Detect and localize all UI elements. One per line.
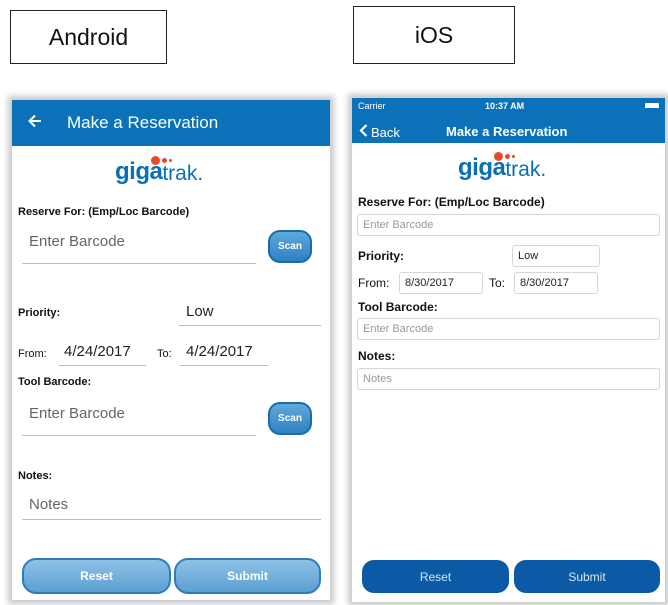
android-label: Android xyxy=(10,10,167,64)
priority-label: Priority: xyxy=(18,307,61,319)
ios-nav-bar: Carrier 10:37 AM Back Make a Reservation xyxy=(352,98,665,143)
ios-notes-input[interactable]: Notes xyxy=(357,368,660,390)
from-label: From: xyxy=(18,348,47,360)
submit-button[interactable]: Submit xyxy=(174,558,321,594)
reset-button[interactable]: Reset xyxy=(22,558,171,594)
logo-dots-icon xyxy=(494,148,517,166)
ios-screen: Carrier 10:37 AM Back Make a Reservation… xyxy=(352,98,665,602)
ios-reset-button[interactable]: Reset xyxy=(362,560,509,593)
ios-page-title: Make a Reservation xyxy=(446,124,568,139)
ios-submit-button[interactable]: Submit xyxy=(514,560,660,593)
arrow-left-icon[interactable] xyxy=(28,108,42,134)
tool-scan-button[interactable]: Scan xyxy=(268,402,312,435)
ios-reserve-for-label: Reserve For: (Emp/Loc Barcode) xyxy=(358,195,545,209)
ios-notes-label: Notes: xyxy=(358,349,396,363)
status-time: 10:37 AM xyxy=(485,101,525,111)
ios-from-label: From: xyxy=(358,276,390,290)
ios-label-text: iOS xyxy=(414,21,454,48)
reserve-for-label: Reserve For: (Emp/Loc Barcode) xyxy=(18,206,190,218)
notes-input[interactable]: Notes xyxy=(22,494,321,520)
ios-to-date-field[interactable]: 8/30/2017 xyxy=(514,272,598,294)
ios-priority-label: Priority: xyxy=(358,249,405,263)
back-label: Back xyxy=(371,124,400,140)
gigatrak-logo-ios: giga trak. xyxy=(458,152,546,182)
notes-label: Notes: xyxy=(18,470,53,482)
reserve-scan-button[interactable]: Scan xyxy=(268,230,312,263)
back-button[interactable]: Back xyxy=(359,124,400,140)
android-screen: Make a Reservation giga trak. Reserve Fo… xyxy=(12,100,330,600)
chevron-left-icon xyxy=(359,124,368,140)
reserve-for-input[interactable]: Enter Barcode xyxy=(22,230,256,264)
ios-to-label: To: xyxy=(489,276,506,290)
android-app-bar: Make a Reservation xyxy=(12,100,330,146)
ios-from-date-field[interactable]: 8/30/2017 xyxy=(399,272,483,294)
ios-label: iOS xyxy=(353,6,515,64)
ios-reserve-for-input[interactable]: Enter Barcode xyxy=(357,214,660,236)
gigatrak-logo: giga trak. xyxy=(115,156,203,186)
ios-tool-barcode-label: Tool Barcode: xyxy=(358,300,438,314)
to-date-field[interactable]: 4/24/2017 xyxy=(180,343,268,366)
battery-icon xyxy=(645,103,659,108)
tool-barcode-label: Tool Barcode: xyxy=(18,376,92,388)
priority-select[interactable]: Low xyxy=(179,303,321,326)
ios-tool-barcode-input[interactable]: Enter Barcode xyxy=(357,318,660,340)
to-label: To: xyxy=(157,348,172,360)
from-date-field[interactable]: 4/24/2017 xyxy=(59,343,146,366)
tool-barcode-input[interactable]: Enter Barcode xyxy=(22,402,256,436)
android-label-text: Android xyxy=(48,23,129,50)
android-page-title: Make a Reservation xyxy=(67,113,219,132)
logo-dots-icon xyxy=(151,152,174,170)
ios-priority-select[interactable]: Low xyxy=(512,245,600,267)
carrier-text: Carrier xyxy=(358,101,386,111)
